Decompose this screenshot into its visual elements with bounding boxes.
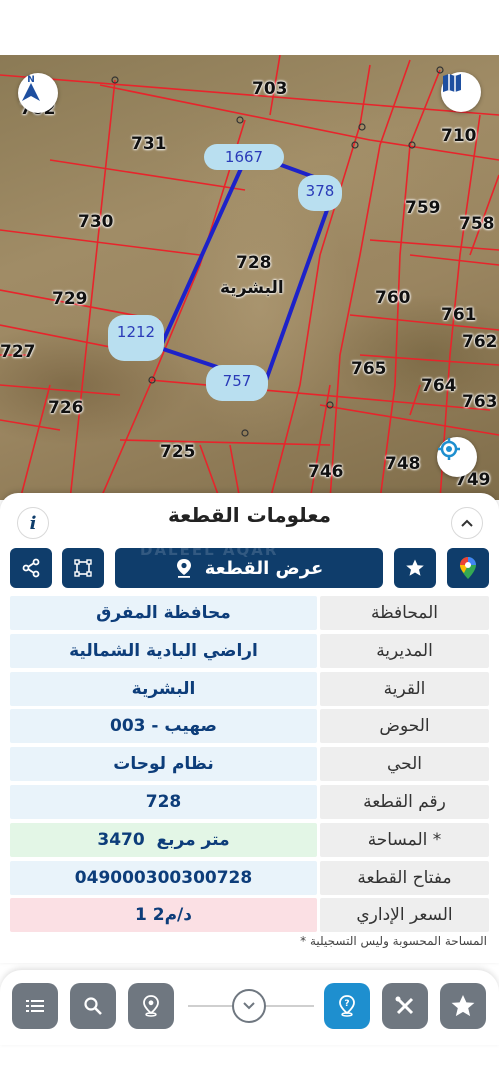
label-village: القرية bbox=[320, 671, 489, 706]
plot-info-panel: i معلومات القطعة عرض القطعة DALEEL AQA bbox=[0, 493, 499, 963]
share-button[interactable] bbox=[10, 548, 52, 588]
row-basin: صهيب - 003 الحوض bbox=[10, 709, 489, 744]
label-plot-key: مفتاح القطعة bbox=[320, 860, 489, 895]
show-plot-label: عرض القطعة bbox=[204, 557, 324, 579]
row-area: 3470 متر مربع المساحة * bbox=[10, 822, 489, 857]
value-plot-number: 728 bbox=[10, 784, 317, 819]
google-maps-button[interactable] bbox=[447, 548, 489, 588]
value-neighborhood: نظام لوحات bbox=[10, 747, 317, 782]
favorite-button[interactable] bbox=[394, 548, 436, 588]
google-maps-pin-icon bbox=[460, 557, 476, 579]
plot-number[interactable]: 746 bbox=[308, 462, 344, 482]
label-admin-price: السعر الإداري bbox=[320, 898, 489, 933]
location-pin-icon bbox=[176, 559, 191, 578]
value-plot-key: 049000300300728 bbox=[10, 860, 317, 895]
plot-info-mode-button[interactable]: ? bbox=[324, 983, 370, 1029]
value-governorate: محافظة المفرق bbox=[10, 596, 317, 630]
plot-number[interactable]: 710 bbox=[441, 126, 477, 146]
help-pin-icon: ? bbox=[339, 995, 355, 1017]
chevron-down-icon bbox=[243, 1002, 255, 1010]
share-icon bbox=[22, 558, 40, 578]
area-footnote: * المساحة المحسوبة وليس التسجيلية bbox=[300, 934, 487, 948]
plot-number[interactable]: 759 bbox=[405, 198, 441, 218]
village-label: البشرية bbox=[220, 278, 284, 298]
plot-details-table: محافظة المفرق المحافظة اراضي البادية الش… bbox=[10, 596, 489, 936]
collapse-panel-button[interactable] bbox=[232, 989, 266, 1023]
list-icon bbox=[26, 1000, 44, 1012]
row-neighborhood: نظام لوحات الحي bbox=[10, 747, 489, 782]
row-governorate: محافظة المفرق المحافظة bbox=[10, 596, 489, 630]
search-button[interactable] bbox=[70, 983, 116, 1029]
star-icon bbox=[406, 559, 424, 576]
ruler-tools-icon bbox=[395, 996, 414, 1015]
edge-length-west: 1212 bbox=[108, 315, 164, 361]
row-village: البشرية القرية bbox=[10, 671, 489, 706]
svg-text:?: ? bbox=[344, 999, 349, 1009]
favorites-button[interactable] bbox=[440, 983, 486, 1029]
plot-number[interactable]: 726 bbox=[48, 398, 84, 418]
label-directorate: المديرية bbox=[320, 633, 489, 668]
plot-number[interactable]: 730 bbox=[78, 212, 114, 232]
plot-number[interactable]: 762 bbox=[462, 332, 498, 352]
plot-number[interactable]: 725 bbox=[160, 442, 196, 462]
plot-shape-button[interactable] bbox=[62, 548, 104, 588]
plot-number[interactable]: 761 bbox=[441, 305, 477, 325]
label-neighborhood: الحي bbox=[320, 747, 489, 782]
bottom-toolbar: ? bbox=[0, 970, 499, 1045]
value-admin-price: 1 د/م2 bbox=[10, 898, 317, 933]
plot-number[interactable]: 748 bbox=[385, 454, 421, 474]
label-basin: الحوض bbox=[320, 709, 489, 744]
plot-number[interactable]: 764 bbox=[421, 376, 457, 396]
row-directorate: اراضي البادية الشمالية المديرية bbox=[10, 633, 489, 668]
row-admin-price: 1 د/م2 السعر الإداري bbox=[10, 898, 489, 933]
panel-title: معلومات القطعة bbox=[168, 503, 331, 527]
value-area: 3470 متر مربع bbox=[10, 822, 317, 857]
show-plot-button[interactable]: عرض القطعة bbox=[115, 548, 383, 588]
plot-number[interactable]: 729 bbox=[52, 289, 88, 309]
polygon-shape-icon bbox=[74, 559, 92, 577]
plot-number[interactable]: 763 bbox=[462, 392, 498, 412]
search-icon bbox=[84, 997, 102, 1015]
map-view[interactable]: 1667 378 1212 757 703 731 710 730 759 75… bbox=[0, 55, 499, 500]
value-basin: صهيب - 003 bbox=[10, 709, 317, 744]
value-directorate: اراضي البادية الشمالية bbox=[10, 633, 317, 668]
plot-number[interactable]: 731 bbox=[131, 134, 167, 154]
plot-number[interactable]: 765 bbox=[351, 359, 387, 379]
collapse-button[interactable] bbox=[451, 507, 483, 539]
edge-length-east: 378 bbox=[298, 175, 342, 211]
plot-number[interactable]: 760 bbox=[375, 288, 411, 308]
chevron-up-icon bbox=[461, 519, 473, 527]
label-area: المساحة * bbox=[320, 822, 489, 857]
measure-tools-button[interactable] bbox=[382, 983, 428, 1029]
my-location-button[interactable] bbox=[128, 983, 174, 1029]
plot-number[interactable]: 703 bbox=[252, 79, 288, 99]
star-icon bbox=[451, 994, 475, 1017]
label-plot-number: رقم القطعة bbox=[320, 784, 489, 819]
folded-map-icon[interactable] bbox=[441, 72, 481, 112]
gps-target-icon[interactable] bbox=[437, 437, 477, 477]
north-arrow-icon[interactable]: N bbox=[18, 73, 58, 113]
list-button[interactable] bbox=[12, 983, 58, 1029]
plot-number[interactable]: 727 bbox=[0, 342, 36, 362]
row-plot-key: 049000300300728 مفتاح القطعة bbox=[10, 860, 489, 895]
plot-number-selected[interactable]: 728 bbox=[236, 253, 272, 273]
value-village: البشرية bbox=[10, 671, 317, 706]
label-governorate: المحافظة bbox=[320, 596, 489, 630]
edge-length-north: 1667 bbox=[204, 144, 284, 170]
edge-length-south: 757 bbox=[206, 365, 268, 401]
plot-number[interactable]: 758 bbox=[459, 214, 495, 234]
row-plot-number: 728 رقم القطعة bbox=[10, 784, 489, 819]
location-pin-icon bbox=[143, 995, 159, 1017]
